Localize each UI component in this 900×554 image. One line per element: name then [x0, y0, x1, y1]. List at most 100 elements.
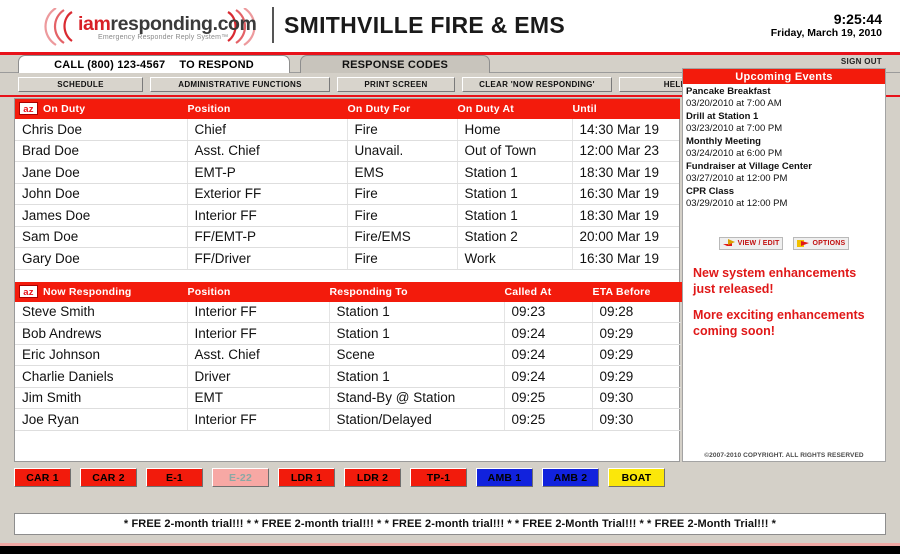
unit-button-car-2[interactable]: CAR 2	[80, 468, 137, 487]
now-responding-col-name[interactable]: az Now Responding	[15, 281, 188, 302]
now-responding-header-row: az Now Responding Position Responding To…	[15, 281, 682, 302]
on-duty-cell-until: 20:00 Mar 19	[572, 226, 679, 248]
event-name: CPR Class	[686, 186, 735, 197]
table-row[interactable]: John Doe Exterior FF Fire Station 1 16:30 Ma…	[15, 183, 679, 205]
on-duty-cell-position: Exterior FF	[187, 183, 348, 205]
table-row[interactable]: Gary Doe FF/Driver Fire Work 16:30 Mar 19	[15, 247, 679, 270]
table-row[interactable]: Joe Ryan Interior FF Station/Delayed 09:25 0…	[15, 408, 681, 431]
on-duty-cell-position: Chief	[187, 119, 348, 141]
sign-out-link[interactable]: SIGN OUT	[841, 57, 882, 66]
nr-cell-called-at: 09:25	[504, 387, 593, 409]
unit-button-ldr-2[interactable]: LDR 2	[344, 468, 401, 487]
header-divider	[272, 7, 274, 43]
unit-button-car-1[interactable]: CAR 1	[14, 468, 71, 487]
table-row[interactable]: Sam Doe FF/EMT-P Fire/EMS Station 2 20:00 Ma…	[15, 226, 679, 248]
table-row[interactable]: Chris Doe Chief Fire Home 14:30 Mar 19	[15, 119, 679, 141]
event-item[interactable]: Fundraiser at Village Center 03/27/2010 a…	[686, 161, 885, 185]
on-duty-cell-duty-at: Work	[457, 247, 573, 270]
event-datetime: 03/29/2010 at 12:00 PM	[686, 198, 788, 209]
copyright-notice: ©2007-2010 COPYRIGHT. ALL RIGHTS RESERVE…	[704, 452, 864, 459]
table-row[interactable]: James Doe Interior FF Fire Station 1 18:30 M…	[15, 204, 679, 227]
unit-button-e-22[interactable]: E-22	[212, 468, 269, 487]
pencil-flag-icon	[722, 239, 735, 246]
on-duty-col-position[interactable]: Position	[187, 99, 348, 119]
promo-line: New system enhancements just released!	[693, 266, 857, 296]
clear-now-responding-button[interactable]: CLEAR 'NOW RESPONDING'	[462, 77, 612, 92]
unit-button-amb-2[interactable]: AMB 2	[542, 468, 599, 487]
on-duty-cell-duty-at: Station 1	[457, 183, 573, 205]
table-row[interactable]: Steve Smith Interior FF Station 1 09:23 09:2…	[15, 301, 681, 323]
sort-az-icon[interactable]: az	[19, 284, 38, 298]
tab-call-number: CALL (800) 123-4567	[54, 58, 166, 71]
now-responding-col-name-label: Now Responding	[43, 285, 132, 298]
event-item[interactable]: Drill at Station 1 03/23/2010 at 7:00 PM	[686, 111, 885, 135]
promo-line: More exciting enhancements coming soon!	[693, 308, 865, 338]
iamresponding-dashboard: iamresponding.com Emergency Responder Re…	[0, 0, 900, 554]
nr-cell-responding-to: Scene	[329, 344, 505, 366]
nr-cell-responding-to: Station 1	[329, 322, 505, 345]
schedule-button[interactable]: SCHEDULE	[18, 77, 143, 92]
on-duty-col-until[interactable]: Until	[572, 99, 680, 119]
now-responding-col-position[interactable]: Position	[187, 281, 330, 302]
event-item[interactable]: CPR Class 03/29/2010 at 12:00 PM	[686, 186, 885, 210]
on-duty-cell-until: 16:30 Mar 19	[572, 247, 679, 270]
unit-button-e-1[interactable]: E-1	[146, 468, 203, 487]
event-item[interactable]: Monthly Meeting 03/24/2010 at 6:00 PM	[686, 136, 885, 160]
print-screen-button[interactable]: PRINT SCREEN	[337, 77, 455, 92]
table-row[interactable]: Charlie Daniels Driver Station 1 09:24 09:29	[15, 365, 681, 388]
unit-button-amb-1[interactable]: AMB 1	[476, 468, 533, 487]
nr-cell-name: Bob Andrews	[15, 322, 188, 345]
now-responding-col-called-at[interactable]: Called At	[504, 281, 593, 302]
nr-cell-eta: 09:28	[592, 301, 681, 323]
on-duty-cell-duty-at: Out of Town	[457, 140, 573, 162]
unit-button-boat[interactable]: BOAT	[608, 468, 665, 487]
unit-status-buttons: CAR 1 CAR 2 E-1 E-22 LDR 1 LDR 2 TP-1 AMB 1 AMB …	[14, 468, 665, 487]
now-responding-col-responding-to[interactable]: Responding To	[329, 281, 505, 302]
now-responding-col-eta[interactable]: ETA Before	[592, 281, 682, 302]
page-header: iamresponding.com Emergency Responder Re…	[0, 0, 900, 52]
on-duty-col-name-label: On Duty	[43, 103, 86, 115]
on-duty-cell-position: Asst. Chief	[187, 140, 348, 162]
events-list: Pancake Breakfast 03/20/2010 at 7:00 AM Dr…	[683, 84, 885, 210]
on-duty-cell-name: Sam Doe	[15, 226, 188, 248]
table-row[interactable]: Jim Smith EMT Stand-By @ Station 09:25 09:30	[15, 387, 681, 409]
tab-response-codes[interactable]: RESPONSE CODES	[300, 55, 490, 73]
on-duty-cell-duty-for: Unavail.	[347, 140, 458, 162]
on-duty-col-duty-at[interactable]: On Duty At	[457, 99, 573, 119]
sort-az-icon[interactable]: az	[19, 102, 38, 115]
on-duty-cell-position: Interior FF	[187, 204, 348, 227]
unit-button-tp-1[interactable]: TP-1	[410, 468, 467, 487]
tab-call-to-respond[interactable]: CALL (800) 123-4567 TO RESPOND	[18, 55, 290, 73]
nr-cell-called-at: 09:24	[504, 365, 593, 388]
nr-cell-name: Jim Smith	[15, 387, 188, 409]
nr-cell-eta: 09:29	[592, 365, 681, 388]
nr-cell-position: Interior FF	[187, 408, 330, 431]
nr-cell-called-at: 09:24	[504, 322, 593, 345]
iamresponding-logo[interactable]: iamresponding.com Emergency Responder Re…	[30, 8, 270, 46]
on-duty-col-duty-for[interactable]: On Duty For	[347, 99, 458, 119]
clock-date: Friday, March 19, 2010	[770, 27, 882, 39]
view-edit-button[interactable]: VIEW / EDIT	[718, 237, 784, 250]
event-item[interactable]: Pancake Breakfast 03/20/2010 at 7:00 AM	[686, 86, 885, 110]
table-row[interactable]: Eric Johnson Asst. Chief Scene 09:24 09:29	[15, 344, 681, 366]
sidebar-title: Upcoming Events	[683, 69, 885, 84]
nr-cell-called-at: 09:23	[504, 301, 593, 323]
rosters-panel: az On Duty Position On Duty For On Duty …	[14, 98, 682, 462]
on-duty-cell-duty-for: EMS	[347, 161, 458, 184]
promo-marquee: * FREE 2-month trial!!! * * FREE 2-month…	[14, 513, 886, 535]
on-duty-col-name[interactable]: az On Duty	[15, 99, 188, 119]
on-duty-cell-duty-for: Fire	[347, 183, 458, 205]
promotional-messages: New system enhancements just released! Mo…	[693, 266, 875, 350]
options-button[interactable]: OPTIONS	[793, 237, 850, 250]
table-row[interactable]: Jane Doe EMT-P EMS Station 1 18:30 Mar 19	[15, 161, 679, 184]
on-duty-cell-duty-at: Station 2	[457, 226, 573, 248]
table-row[interactable]: Bob Andrews Interior FF Station 1 09:24 09:2…	[15, 322, 681, 345]
table-row[interactable]: Brad Doe Asst. Chief Unavail. Out of Town 12…	[15, 140, 679, 162]
unit-button-ldr-1[interactable]: LDR 1	[278, 468, 335, 487]
options-label: OPTIONS	[812, 240, 846, 247]
on-duty-cell-until: 18:30 Mar 19	[572, 161, 679, 184]
administrative-functions-button[interactable]: ADMINISTRATIVE FUNCTIONS	[150, 77, 330, 92]
on-duty-cell-until: 12:00 Mar 23	[572, 140, 679, 162]
nr-cell-position: Interior FF	[187, 301, 330, 323]
event-datetime: 03/24/2010 at 6:00 PM	[686, 148, 783, 159]
